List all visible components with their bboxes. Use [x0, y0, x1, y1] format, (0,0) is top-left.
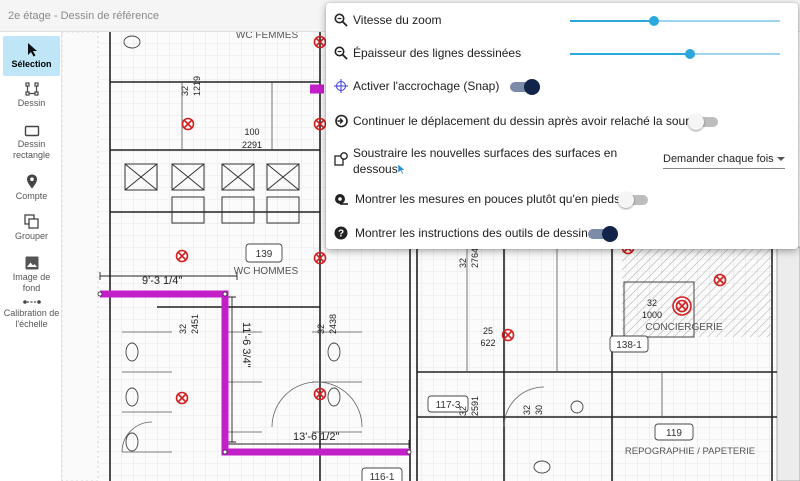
line-thickness-slider[interactable]: [570, 49, 780, 59]
dimension-label: 32: [458, 258, 468, 268]
room-label: WC FEMMES: [236, 32, 299, 41]
instructions-toggle[interactable]: [588, 226, 618, 242]
cursor-icon: [27, 43, 37, 57]
dimension-label: 25: [483, 326, 493, 336]
tool-compte[interactable]: Compte: [3, 174, 60, 202]
setting-inches: Montrer les mesures en pouces plutôt qu'…: [334, 191, 790, 209]
dimension-label: 32: [178, 324, 188, 334]
tape-measure-icon: [335, 194, 348, 205]
tool-label: Sélection: [11, 59, 52, 69]
toggle-thumb: [688, 114, 704, 130]
tool-calibration-echelle[interactable]: Calibration de l'échelle: [3, 298, 60, 330]
dimension-label: 2291: [242, 140, 262, 150]
room-number: 138-1: [616, 340, 642, 351]
setting-label: Activer l'accrochage (Snap): [353, 79, 500, 93]
room-number: 139: [256, 249, 273, 260]
tool-label: Grouper: [14, 231, 49, 241]
toggle-thumb: [524, 79, 540, 95]
subtract-mode-select[interactable]: Demander chaque fois: [663, 153, 785, 169]
slider-fill: [570, 53, 690, 55]
tool-label: Compte: [15, 191, 48, 201]
toggle-thumb: [618, 192, 634, 208]
crosshair-icon: [334, 79, 348, 93]
momentum-icon: [335, 114, 348, 128]
setting-instructions: ? Montrer les instructions des outils de…: [334, 225, 790, 243]
room-label: REPOGRAPHIE / PAPETERIE: [625, 446, 755, 457]
room-label: CONCIERGERIE: [645, 322, 723, 333]
tool-image-de-fond[interactable]: Image de fond: [3, 256, 60, 294]
group-icon: [24, 214, 39, 229]
chevron-down-icon: [776, 157, 785, 162]
setting-label: Continuer le déplacement du dessin après…: [353, 114, 698, 128]
dimension-label: 32: [522, 405, 532, 415]
scale-calibration-icon: [22, 300, 41, 304]
setting-line-thickness: Épaisseur des lignes dessinées: [334, 45, 790, 63]
room-number: 119: [666, 428, 682, 439]
setting-snap: Activer l'accrochage (Snap): [334, 78, 790, 96]
zoom-icon: [334, 13, 348, 27]
dimension-label: 1219: [192, 76, 202, 96]
setting-label: Soustraire les nouvelles surfaces des su…: [353, 146, 618, 160]
dimension-label: 2438: [328, 314, 338, 334]
room-label: WC HOMMES: [234, 266, 299, 277]
mouse-pointer-icon: [397, 163, 406, 175]
tool-dessin-rectangle[interactable]: Dessin rectangle: [3, 125, 60, 161]
slider-knob[interactable]: [649, 16, 659, 26]
window-title: 2e étage - Dessin de référence: [8, 10, 160, 22]
dimension-label: 2591: [470, 396, 480, 416]
dimension-label: 32: [458, 406, 468, 416]
continue-drag-toggle[interactable]: [688, 114, 718, 130]
app-window: 2e étage - Dessin de référence Sélection…: [0, 0, 800, 481]
setting-label: Vitesse du zoom: [353, 13, 442, 27]
slider-fill: [570, 20, 654, 22]
slider-knob[interactable]: [684, 49, 695, 59]
settings-popup: Vitesse du zoom Épaisseur des lignes des…: [326, 3, 798, 249]
rectangle-icon: [24, 125, 39, 137]
tool-label: Calibration de l'échelle: [3, 308, 60, 329]
tool-label: Dessin rectangle: [12, 139, 51, 160]
measurement-label: 11'-6 3/4": [240, 322, 252, 368]
dimension-label: 2764: [470, 248, 480, 268]
dimension-label: 1000: [642, 310, 662, 320]
dimension-label: 2451: [190, 314, 200, 334]
setting-label: dessous: [353, 162, 398, 176]
svg-text:?: ?: [338, 229, 344, 240]
tool-selection[interactable]: Sélection: [3, 36, 60, 76]
setting-zoom-speed: Vitesse du zoom: [334, 12, 790, 30]
zoom-speed-slider[interactable]: [570, 16, 780, 26]
map-pin-icon: [26, 174, 37, 189]
snap-toggle[interactable]: [510, 79, 540, 95]
tool-grouper[interactable]: Grouper: [3, 214, 60, 242]
tool-label: Dessin: [17, 98, 46, 108]
measurement-label: 9'-3 1/4": [142, 275, 182, 287]
left-toolbar: Sélection Dessin Dessin rectangle Compte…: [0, 32, 62, 481]
tool-label: Image de fond: [12, 272, 51, 293]
dimension-label: 32: [180, 86, 190, 96]
room-number: 116-1: [370, 472, 395, 481]
tool-dessin[interactable]: Dessin: [3, 82, 60, 109]
setting-label: Montrer les mesures en pouces plutôt qu'…: [355, 192, 621, 206]
measurement-label: 13'-6 1/2": [293, 431, 339, 443]
dimension-label: 32: [647, 298, 657, 308]
image-icon: [25, 256, 38, 270]
dimension-label: 622: [480, 338, 495, 348]
dimension-label: 32: [316, 324, 326, 334]
setting-label: Montrer les instructions des outils de d…: [355, 226, 588, 240]
zoom-icon: [334, 46, 348, 60]
select-value: Demander chaque fois: [663, 153, 774, 165]
help-icon: ?: [334, 226, 348, 240]
setting-label: Épaisseur des lignes dessinées: [353, 46, 522, 60]
setting-continue-drag: Continuer le déplacement du dessin après…: [334, 113, 790, 131]
inches-toggle[interactable]: [618, 192, 648, 208]
subtract-shape-icon: [334, 152, 348, 166]
dimension-label: 30: [534, 405, 544, 415]
toggle-thumb: [602, 226, 618, 242]
dimension-label: 100: [244, 127, 259, 137]
polyline-icon: [24, 82, 39, 96]
